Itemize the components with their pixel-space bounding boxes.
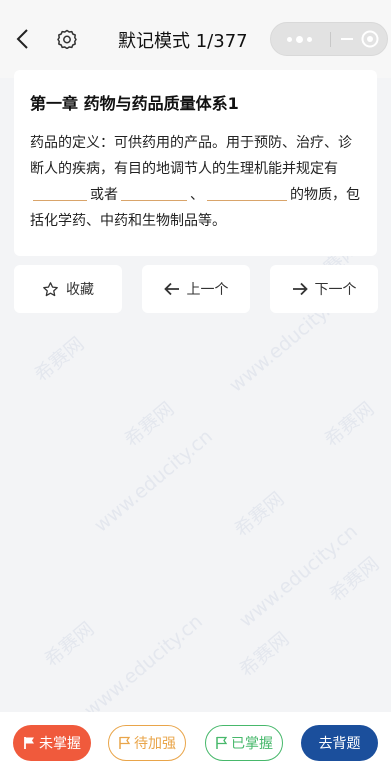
definition-part: 药品的定义：可供药用的产品。用于预防、治疗、诊断人的疾病，有目的地调节人的生理机… — [30, 135, 352, 177]
flag-outline-icon — [119, 736, 131, 749]
more-dot-icon — [295, 35, 303, 43]
not-mastered-button[interactable]: 未掌握 — [13, 725, 91, 761]
mastered-label: 已掌握 — [231, 736, 273, 752]
gear-icon — [57, 29, 77, 49]
watermark-url: www.educity.cn — [80, 610, 207, 712]
question-card: 第一章 药物与药品质量体系1 药品的定义：可供药用的产品。用于预防、治疗、诊断人… — [14, 70, 377, 256]
recite-label: 去背题 — [318, 736, 361, 752]
settings-button[interactable] — [56, 28, 78, 50]
watermark-brand: 希赛网 — [235, 627, 294, 682]
bottom-action-bar: 未掌握 待加强 已掌握 去背题 — [0, 712, 391, 770]
definition-part: 、 — [190, 187, 204, 203]
more-dot-icon — [306, 36, 312, 42]
not-mastered-label: 未掌握 — [39, 736, 81, 752]
arrow-left-icon — [163, 282, 179, 296]
watermark-url: www.educity.cn — [235, 520, 362, 632]
watermark-brand: 希赛网 — [30, 332, 89, 387]
definition-part: 或者 — [90, 187, 118, 203]
prev-label: 上一个 — [186, 282, 229, 298]
to-strengthen-label: 待加强 — [134, 736, 176, 752]
fill-blank[interactable] — [33, 183, 87, 201]
definition-text: 药品的定义：可供药用的产品。用于预防、治疗、诊断人的疾病，有目的地调节人的生理机… — [30, 130, 364, 234]
back-button[interactable] — [10, 26, 36, 52]
capsule-divider — [330, 32, 331, 47]
fill-blank[interactable] — [207, 183, 287, 201]
mastered-button[interactable]: 已掌握 — [205, 725, 283, 761]
close-circle-icon[interactable] — [360, 29, 380, 49]
watermark-brand: 希赛网 — [40, 617, 99, 672]
minus-icon — [341, 38, 353, 40]
prev-button[interactable]: 上一个 — [142, 265, 250, 313]
more-dot-icon — [286, 36, 292, 42]
to-strengthen-button[interactable]: 待加强 — [108, 725, 186, 761]
minimize-button[interactable] — [337, 23, 357, 55]
chevron-left-icon — [16, 29, 28, 49]
arrow-right-icon — [292, 282, 308, 296]
chapter-title: 第一章 药物与药品质量体系1 — [30, 94, 239, 113]
fill-blank[interactable] — [121, 183, 187, 201]
watermark-brand: 希赛网 — [120, 397, 179, 452]
star-icon — [43, 281, 58, 296]
next-button[interactable]: 下一个 — [270, 265, 378, 313]
watermark-brand: 希赛网 — [325, 552, 384, 607]
watermark-url: www.educity.cn — [90, 425, 217, 537]
favorite-button[interactable]: 收藏 — [14, 265, 122, 313]
flag-outline-icon — [216, 736, 228, 749]
watermark-brand: 希赛网 — [320, 397, 379, 452]
navigation-bar: 默记模式 1/377 — [0, 0, 391, 78]
page-title: 默记模式 1/377 — [118, 31, 248, 52]
watermark-brand: 希赛网 — [230, 487, 289, 542]
more-button[interactable] — [281, 23, 317, 55]
favorite-label: 收藏 — [66, 282, 94, 298]
recite-button[interactable]: 去背题 — [301, 725, 378, 761]
flag-icon — [24, 737, 34, 749]
mini-program-capsule — [270, 22, 388, 56]
next-label: 下一个 — [314, 282, 357, 298]
